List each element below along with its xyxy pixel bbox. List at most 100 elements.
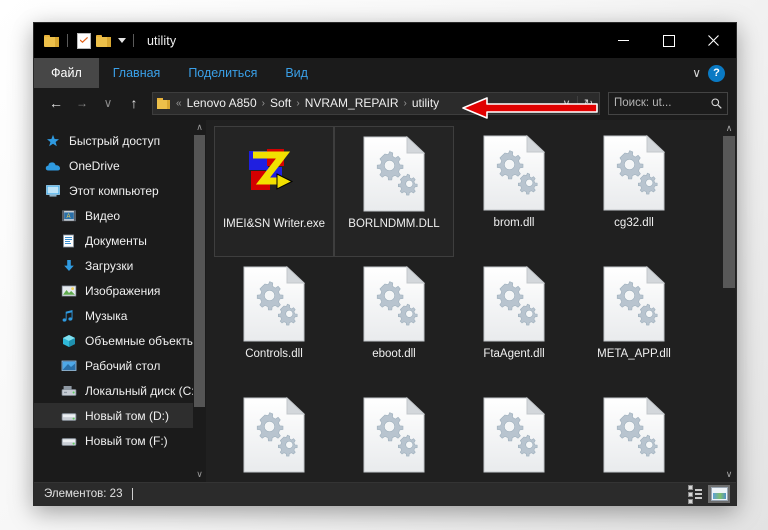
file-item[interactable]: eboot.dll — [334, 257, 454, 388]
breadcrumb-item-2[interactable]: NVRAM_REPAIR — [302, 95, 402, 111]
sidebar-item-7[interactable]: Музыка — [34, 303, 206, 328]
dll-file-icon — [363, 266, 425, 342]
sidebar-item-label: Изображения — [85, 283, 161, 298]
breadcrumb-overflow[interactable]: « — [175, 98, 183, 109]
dll-icon — [595, 132, 673, 214]
file-item[interactable] — [334, 388, 454, 482]
computer-icon — [46, 184, 60, 197]
desktop-icon — [61, 360, 77, 371]
dll-file-icon — [603, 135, 665, 211]
new-folder-icon[interactable] — [95, 32, 112, 49]
search-box[interactable]: Поиск: ut... — [608, 91, 728, 115]
close-icon — [708, 35, 719, 46]
drive-icon — [60, 408, 78, 424]
navigation-pane: Быстрый доступ OneDrive Этот компьютер A Вид… — [34, 120, 206, 482]
quick-access-toolbar — [34, 32, 138, 49]
breadcrumb-item-0[interactable]: Lenovo A850 — [184, 95, 260, 111]
tab-home[interactable]: Главная — [99, 58, 175, 88]
file-item[interactable]: Controls.dll — [214, 257, 334, 388]
desktop-icon — [60, 358, 78, 374]
sidebar-item-11[interactable]: Новый том (D:) — [34, 403, 206, 428]
refresh-icon[interactable]: ↻ — [580, 94, 597, 113]
cloud-icon — [44, 158, 62, 174]
drive-icon — [61, 412, 77, 421]
sidebar-item-12[interactable]: Новый том (F:) — [34, 428, 206, 453]
harddrive-icon — [60, 383, 78, 399]
sidebar-item-6[interactable]: Изображения — [34, 278, 206, 303]
computer-icon — [44, 183, 62, 199]
file-item[interactable] — [214, 388, 334, 482]
breadcrumb-folder-icon[interactable] — [157, 97, 170, 109]
close-button[interactable] — [691, 23, 736, 58]
maximize-button[interactable] — [646, 23, 691, 58]
minimize-button[interactable] — [601, 23, 646, 58]
expand-ribbon-icon[interactable]: ∨ — [692, 66, 701, 80]
sidebar-item-0[interactable]: Быстрый доступ — [34, 128, 206, 153]
sidebar-scroll-thumb[interactable] — [194, 135, 205, 408]
file-item[interactable]: IMEI&SN Writer.exe — [214, 126, 334, 257]
file-item[interactable]: brom.dll — [454, 126, 574, 257]
up-button[interactable]: ↑ — [122, 92, 146, 114]
sidebar-item-4[interactable]: Документы — [34, 228, 206, 253]
checkmark-glyph — [79, 36, 88, 43]
dll-icon — [595, 394, 673, 476]
file-item[interactable]: META_APP.dll — [574, 257, 694, 388]
content-scroll-up-icon[interactable]: ∧ — [722, 120, 736, 136]
sidebar-item-1[interactable]: OneDrive — [34, 153, 206, 178]
breadcrumb-separator-0[interactable]: › — [261, 98, 266, 109]
back-button[interactable]: ← — [44, 92, 68, 114]
tab-file[interactable]: Файл — [34, 58, 99, 88]
breadcrumb-item-1[interactable]: Soft — [267, 95, 294, 111]
sidebar-item-8[interactable]: Объемные объекты — [34, 328, 206, 353]
breadcrumb-separator-1[interactable]: › — [295, 98, 300, 109]
status-bar: Элементов: 23 — [34, 482, 736, 505]
file-name-label: BORLNDMM.DLL — [348, 218, 440, 230]
address-bar-row: ← → ∨ ↑ « Lenovo A850 › Soft › NVRAM_REP… — [34, 88, 736, 120]
file-item[interactable]: FtaAgent.dll — [454, 257, 574, 388]
tab-view[interactable]: Вид — [271, 58, 322, 88]
3dobjects-icon — [60, 333, 78, 349]
properties-icon[interactable] — [75, 32, 92, 49]
content-scroll-thumb[interactable] — [723, 136, 735, 288]
file-item[interactable] — [574, 388, 694, 482]
sidebar-item-3[interactable]: A Видео — [34, 203, 206, 228]
drive-icon — [60, 433, 78, 449]
sidebar-item-2[interactable]: Этот компьютер — [34, 178, 206, 203]
help-icon[interactable]: ? — [708, 64, 725, 82]
file-name-label: Controls.dll — [245, 348, 303, 360]
recent-locations-button[interactable]: ∨ — [96, 92, 120, 114]
file-item[interactable]: cg32.dll — [574, 126, 694, 257]
forward-button[interactable]: → — [70, 92, 94, 114]
large-icons-view-button[interactable] — [708, 485, 730, 503]
sidebar-scroll-up-icon[interactable]: ∧ — [193, 120, 206, 135]
content-scrollbar[interactable]: ∧ ∨ — [722, 120, 736, 482]
sidebar-item-label: Музыка — [85, 308, 128, 323]
file-name-label: cg32.dll — [614, 217, 654, 229]
breadcrumb-item-3[interactable]: utility — [409, 95, 442, 111]
address-input[interactable]: « Lenovo A850 › Soft › NVRAM_REPAIR › ut… — [152, 91, 600, 115]
item-count-label: Элементов: 23 — [44, 488, 123, 500]
address-dropdown-icon[interactable]: ∨ — [558, 94, 575, 113]
sidebar-item-9[interactable]: Рабочий стол — [34, 353, 206, 378]
sidebar-scroll-down-icon[interactable]: ∨ — [193, 467, 206, 482]
sidebar-scrollbar[interactable]: ∧ ∨ — [193, 120, 206, 482]
pictures-icon — [60, 283, 78, 299]
file-item[interactable]: BORLNDMM.DLL — [334, 126, 454, 257]
content-scroll-track[interactable] — [722, 136, 736, 466]
search-input[interactable]: Поиск: ut... — [614, 97, 711, 109]
file-item[interactable] — [454, 388, 574, 482]
sidebar-scroll-track[interactable] — [193, 135, 206, 467]
video-icon: A — [60, 208, 78, 224]
content-scroll-down-icon[interactable]: ∨ — [722, 466, 736, 482]
file-name-label: brom.dll — [493, 217, 535, 229]
tab-share[interactable]: Поделиться — [174, 58, 271, 88]
view-mode-buttons — [684, 484, 730, 504]
details-view-button[interactable] — [684, 484, 706, 504]
breadcrumb-separator-2[interactable]: › — [402, 98, 407, 109]
file-list-pane[interactable]: IMEI&SN Writer.exe BORLNDMM.DLL brom.dll — [206, 120, 736, 482]
sidebar-item-5[interactable]: Загрузки — [34, 253, 206, 278]
folder-icon[interactable] — [43, 32, 60, 49]
address-bar-buttons: ∨ ↻ — [558, 94, 597, 113]
sidebar-item-10[interactable]: Локальный диск (C:) — [34, 378, 206, 403]
chevron-down-icon[interactable] — [118, 38, 126, 43]
